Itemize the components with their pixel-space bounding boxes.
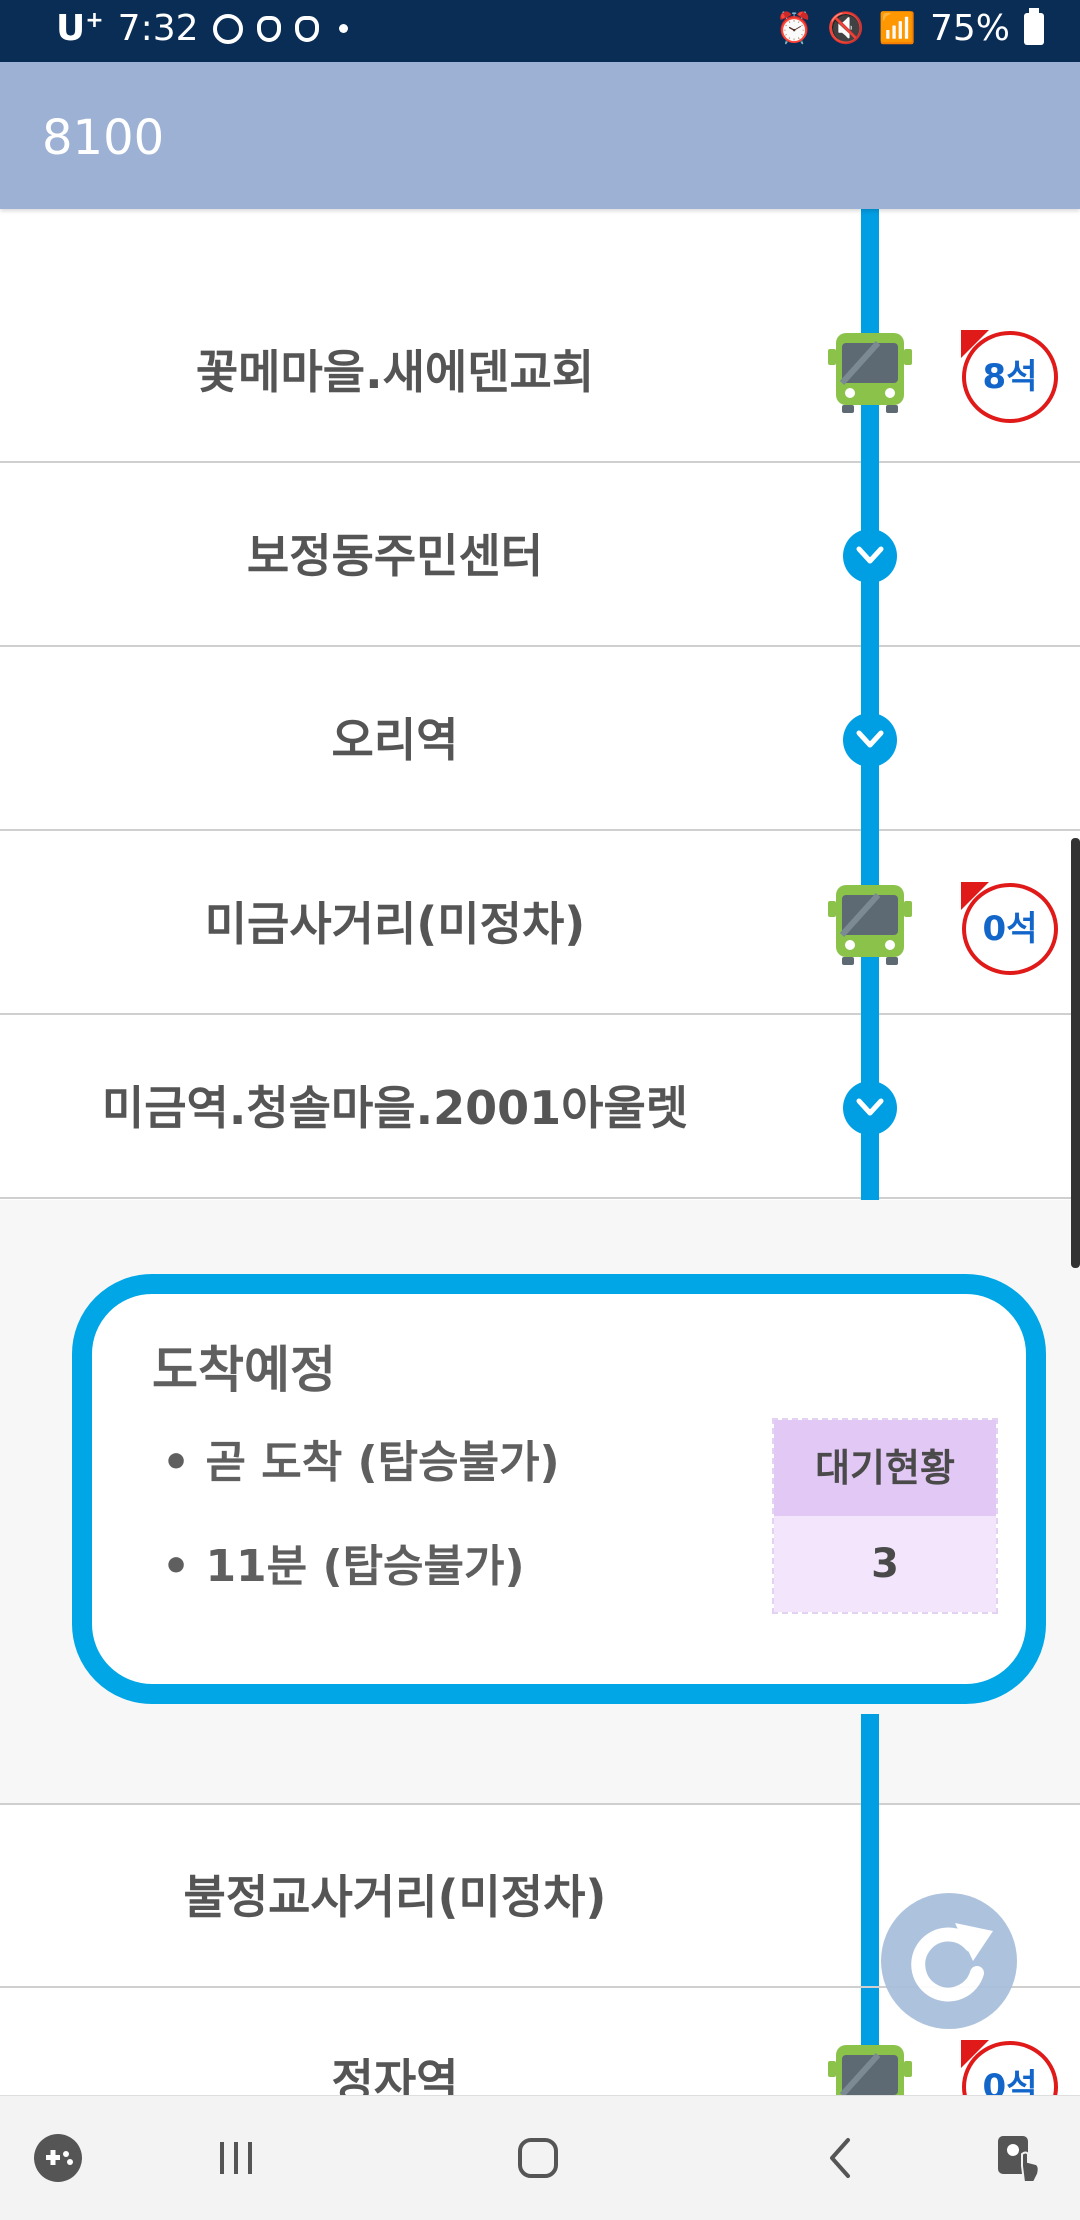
stop-name: 미금역.청솔마을.2001아울렛 bbox=[101, 1081, 689, 1135]
status-right: ⏰ 🔇 📶 75% bbox=[775, 7, 1044, 49]
stop-name: 미금사거리(미정차) bbox=[204, 897, 586, 951]
stop-row[interactable]: 꽃메마을.새에덴교회 bbox=[0, 281, 1080, 463]
status-bar: U+ 7:32 ⏰ 🔇 📶 75% bbox=[0, 0, 1080, 62]
carrier-label: U+ bbox=[56, 8, 104, 49]
recent-apps-icon[interactable] bbox=[196, 2118, 276, 2198]
stop-name: 불정교사거리(미정차) bbox=[183, 1870, 607, 1924]
chevron-down-icon bbox=[843, 1081, 897, 1135]
bus-icon[interactable] bbox=[828, 881, 912, 967]
stop-name: 오리역 bbox=[331, 713, 459, 767]
refresh-button[interactable] bbox=[881, 1893, 1017, 2029]
stop-row[interactable]: 미금역.청솔마을.2001아울렛 bbox=[0, 1017, 1080, 1199]
seat-count-badge: 8석 bbox=[961, 330, 1058, 423]
seat-count: 8석 bbox=[982, 357, 1038, 397]
stop-name: 꽃메마을.새에덴교회 bbox=[195, 345, 595, 399]
chevron-down-icon bbox=[843, 529, 897, 583]
waiting-status-label: 대기현황 bbox=[774, 1420, 996, 1516]
stop-row-hidden[interactable] bbox=[0, 209, 1080, 289]
stop-name: 보정동주민센터 bbox=[246, 529, 544, 583]
arrival-item-2: • 11분 (탑승불가) bbox=[162, 1541, 525, 1592]
stop-name: 정자역 bbox=[331, 2054, 459, 2095]
seat-count-badge: 0석 bbox=[961, 2040, 1058, 2095]
seat-count: 0석 bbox=[982, 909, 1038, 949]
waiting-status-box: 대기현황 3 bbox=[772, 1418, 998, 1614]
arrival-section: 도착예정 • 곧 도착 (탑승불가) • 11분 (탑승불가) 대기현황 3 bbox=[0, 1200, 1080, 1805]
chevron-down-icon bbox=[843, 713, 897, 767]
more-notifications-icon bbox=[338, 24, 348, 33]
mute-icon: 🔇 bbox=[827, 11, 865, 46]
app-bar: 8100 bbox=[0, 62, 1080, 209]
notification-icon-3 bbox=[294, 15, 319, 42]
stop-row[interactable]: 보정동주민센터 bbox=[0, 465, 1080, 647]
game-launcher-icon[interactable] bbox=[18, 2118, 98, 2198]
assistant-icon[interactable] bbox=[978, 2118, 1058, 2198]
arrival-item-1: • 곧 도착 (탑승불가) bbox=[162, 1437, 560, 1488]
status-time: 7:32 bbox=[117, 8, 199, 49]
notification-icon-2 bbox=[256, 15, 281, 42]
bus-icon[interactable] bbox=[828, 2041, 912, 2095]
refresh-icon bbox=[911, 1923, 993, 2002]
scrollbar-thumb[interactable] bbox=[1071, 838, 1080, 1268]
alarm-icon: ⏰ bbox=[775, 11, 814, 46]
battery-percent: 75% bbox=[929, 8, 1010, 49]
stop-row[interactable]: 오리역 bbox=[0, 649, 1080, 831]
seat-count-badge: 0석 bbox=[961, 882, 1058, 975]
stop-row[interactable]: 미금사거리(미정차) bbox=[0, 833, 1080, 1015]
home-icon[interactable] bbox=[498, 2118, 578, 2198]
status-left: U+ 7:32 bbox=[56, 8, 348, 49]
route-number-title: 8100 bbox=[42, 110, 165, 166]
bus-icon[interactable] bbox=[828, 329, 912, 415]
arrival-title: 도착예정 bbox=[152, 1341, 336, 1399]
arrival-info-card: 도착예정 • 곧 도착 (탑승불가) • 11분 (탑승불가) 대기현황 3 bbox=[72, 1274, 1046, 1704]
battery-icon bbox=[1024, 7, 1044, 45]
notification-icon bbox=[212, 13, 243, 44]
wifi-icon: 📶 bbox=[878, 11, 916, 46]
system-nav-bar bbox=[0, 2095, 1080, 2220]
seat-count: 0석 bbox=[982, 2067, 1038, 2095]
back-icon[interactable] bbox=[802, 2118, 882, 2198]
stop-list[interactable]: 꽃메마을.새에덴교회 보정동주민센터 오리역 미금사거리(미정차) 미금역.청솔… bbox=[0, 209, 1080, 2095]
waiting-status-value: 3 bbox=[774, 1516, 996, 1612]
